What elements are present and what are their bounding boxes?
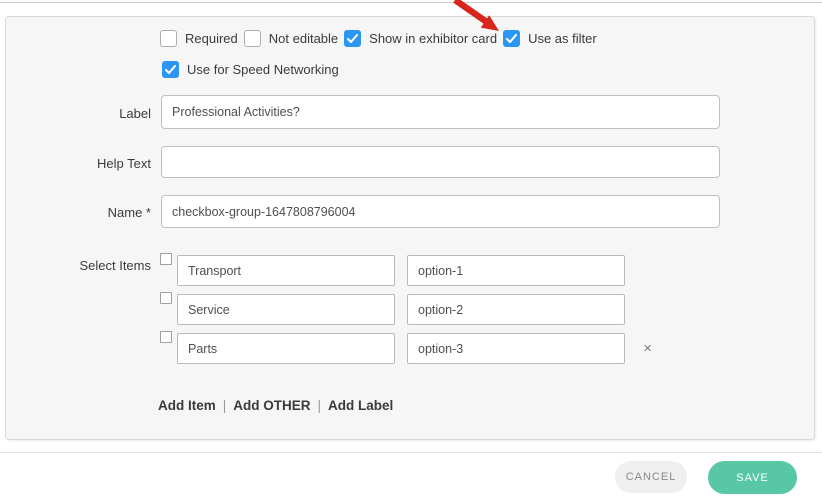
red-arrow-annotation-icon — [447, 0, 507, 34]
select-item-text-1[interactable] — [177, 255, 395, 286]
options-row-2: Use for Speed Networking — [162, 61, 345, 78]
checkmark-icon — [505, 32, 518, 45]
field-settings-panel — [5, 16, 815, 440]
checkbox-required[interactable]: Required — [160, 30, 238, 47]
select-items-label: Select Items — [0, 258, 151, 273]
link-separator: | — [318, 398, 322, 413]
add-label-link[interactable]: Add Label — [328, 398, 393, 413]
add-other-link[interactable]: Add OTHER — [233, 398, 310, 413]
checkmark-icon — [164, 63, 177, 76]
footer-divider — [0, 452, 822, 453]
checkbox-label[interactable]: Not editable — [269, 31, 338, 46]
checkbox-label[interactable]: Required — [185, 31, 238, 46]
help-text-input[interactable] — [161, 146, 720, 178]
add-item-link[interactable]: Add Item — [158, 398, 216, 413]
name-input[interactable] — [161, 195, 720, 228]
select-item-checkbox-1[interactable] — [160, 253, 172, 265]
top-divider — [0, 2, 822, 3]
select-item-value-3[interactable] — [407, 333, 625, 364]
checkmark-icon — [346, 32, 359, 45]
checkbox-label[interactable]: Use as filter — [528, 31, 597, 46]
checkbox-box-unchecked[interactable] — [244, 30, 261, 47]
checkbox-box-checked[interactable] — [344, 30, 361, 47]
add-links-row: Add Item | Add OTHER | Add Label — [158, 398, 393, 413]
label-field-label: Label — [0, 106, 151, 121]
select-item-checkbox-2[interactable] — [160, 292, 172, 304]
help-text-field-label: Help Text — [0, 156, 151, 171]
checkbox-label[interactable]: Use for Speed Networking — [187, 62, 339, 77]
name-field-label: Name * — [0, 205, 151, 220]
checkbox-box-checked[interactable] — [162, 61, 179, 78]
checkbox-use-for-speed-networking[interactable]: Use for Speed Networking — [162, 61, 339, 78]
select-item-value-2[interactable] — [407, 294, 625, 325]
select-item-text-3[interactable] — [177, 333, 395, 364]
select-item-value-1[interactable] — [407, 255, 625, 286]
checkbox-use-as-filter[interactable]: Use as filter — [503, 30, 597, 47]
checkbox-not-editable[interactable]: Not editable — [244, 30, 338, 47]
link-separator: | — [223, 398, 227, 413]
save-button[interactable]: SAVE — [708, 461, 797, 494]
cancel-button[interactable]: CANCEL — [615, 461, 687, 493]
select-item-checkbox-3[interactable] — [160, 331, 172, 343]
options-row-1: Required Not editable Show in exhibitor … — [160, 30, 603, 47]
select-item-text-2[interactable] — [177, 294, 395, 325]
checkbox-box-unchecked[interactable] — [160, 30, 177, 47]
label-input[interactable] — [161, 95, 720, 129]
remove-option-icon[interactable]: ✕ — [643, 344, 652, 355]
form-field-editor: { "colors": { "accent_blue": "#2b96f3", … — [0, 0, 822, 502]
